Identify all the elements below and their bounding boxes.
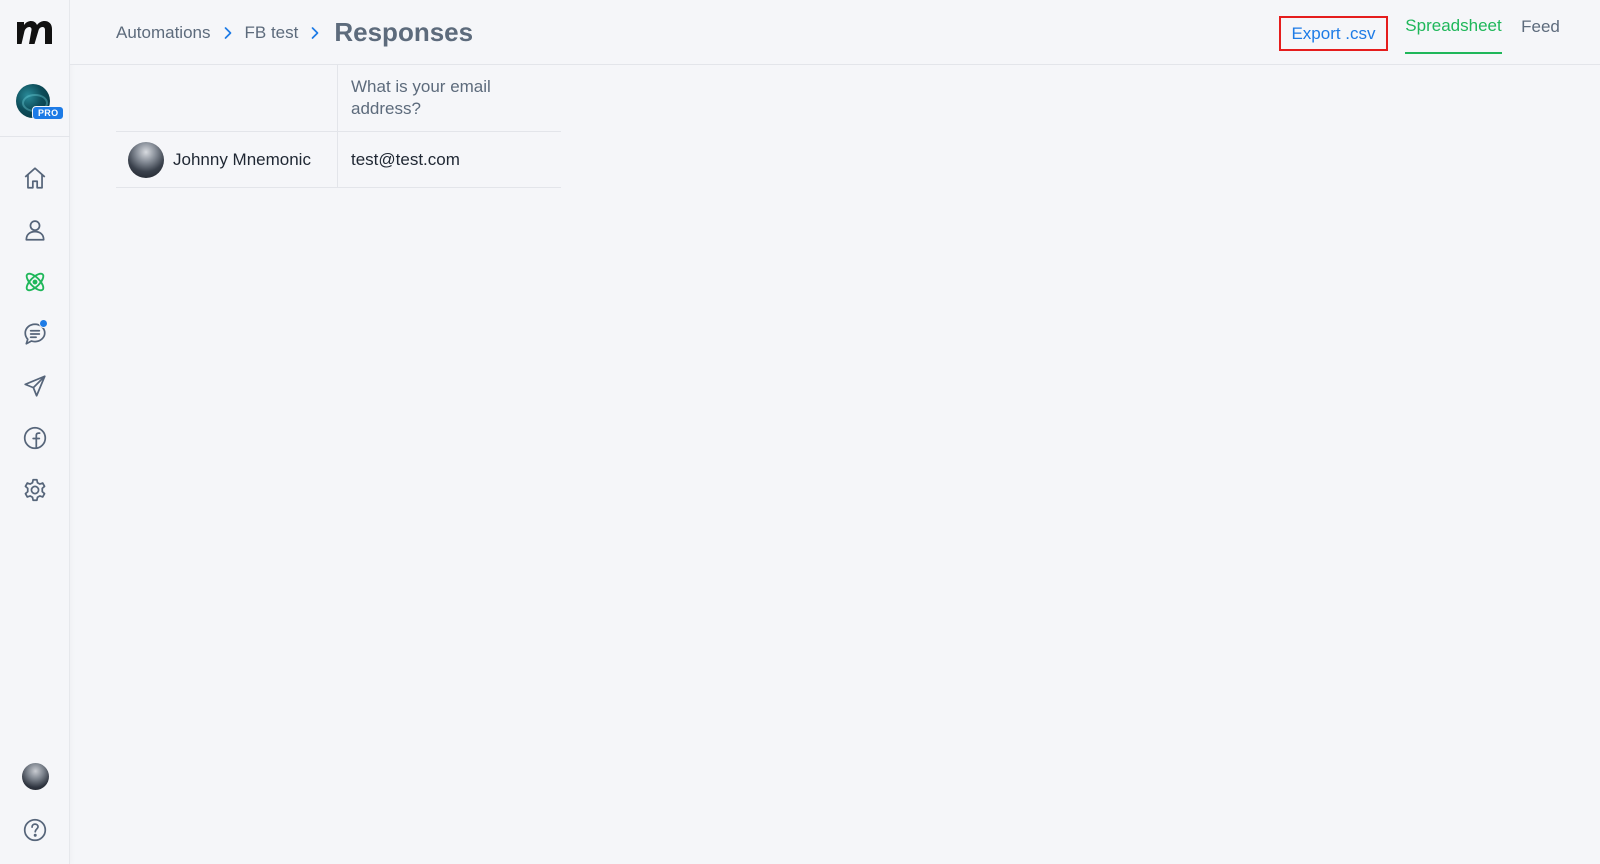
avatar bbox=[128, 141, 164, 178]
send-icon[interactable] bbox=[21, 372, 49, 400]
table-header-user bbox=[116, 65, 338, 131]
breadcrumb-fb-test[interactable]: FB test bbox=[245, 23, 299, 43]
sidebar: PRO bbox=[0, 0, 70, 864]
automation-atom-icon[interactable] bbox=[21, 268, 49, 296]
account-avatar[interactable]: PRO bbox=[14, 84, 65, 120]
email-value: test@test.com bbox=[351, 149, 460, 169]
responses-table: What is your email address? Johnny Mnemo… bbox=[116, 65, 561, 188]
tab-spreadsheet[interactable]: Spreadsheet bbox=[1405, 0, 1502, 54]
page-title: Responses bbox=[334, 17, 474, 47]
settings-gear-icon[interactable] bbox=[21, 476, 49, 504]
breadcrumb: Automations FB test Responses bbox=[116, 0, 473, 65]
facebook-icon[interactable] bbox=[21, 424, 49, 452]
home-icon[interactable] bbox=[21, 164, 49, 192]
notification-dot bbox=[39, 319, 48, 328]
table-row[interactable]: Johnny Mnemonic test@test.com bbox=[116, 132, 561, 188]
table-cell-user: Johnny Mnemonic bbox=[116, 132, 338, 187]
header: Automations FB test Responses Export .cs… bbox=[70, 0, 1600, 65]
chat-icon[interactable] bbox=[21, 319, 49, 348]
table-header-row: What is your email address? bbox=[116, 65, 561, 132]
export-csv-button[interactable]: Export .csv bbox=[1279, 16, 1388, 51]
tab-feed[interactable]: Feed bbox=[1518, 0, 1563, 54]
user-icon[interactable] bbox=[21, 216, 49, 244]
help-icon[interactable] bbox=[21, 816, 49, 844]
user-avatar[interactable] bbox=[22, 763, 49, 790]
sidebar-divider bbox=[0, 136, 70, 137]
user-name[interactable]: Johnny Mnemonic bbox=[173, 150, 311, 170]
table-header-email: What is your email address? bbox=[338, 65, 561, 131]
chevron-right-icon bbox=[308, 26, 322, 40]
breadcrumb-automations[interactable]: Automations bbox=[116, 23, 211, 43]
pro-badge: PRO bbox=[32, 106, 65, 120]
manychat-logo-icon[interactable] bbox=[16, 18, 54, 46]
chevron-right-icon bbox=[221, 26, 235, 40]
column-header-email: What is your email address? bbox=[351, 77, 491, 118]
table-cell-email: test@test.com bbox=[338, 132, 561, 187]
